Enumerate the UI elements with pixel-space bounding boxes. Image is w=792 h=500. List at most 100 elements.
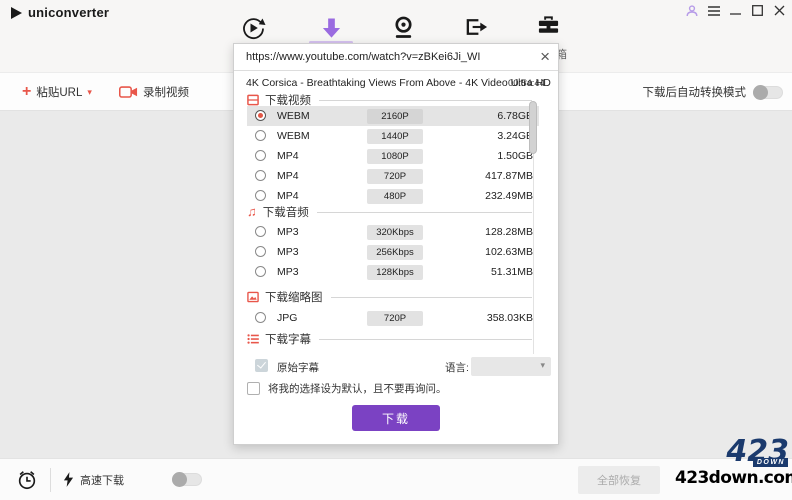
auto-convert-toggle[interactable] [753, 86, 783, 99]
thumbnail-section-label: 下载缩略图 [265, 289, 323, 305]
dropdown-caret-icon: ▾ [540, 360, 545, 371]
radio-selected[interactable] [255, 110, 266, 121]
format-label: MP3 [277, 246, 299, 258]
audio-option-row[interactable]: MP3 128Kbps 51.31MB [247, 262, 539, 282]
size-label: 51.31MB [491, 266, 533, 278]
section-divider-line [319, 339, 532, 340]
recorder-tab-icon[interactable] [392, 15, 415, 40]
high-speed-toggle[interactable] [172, 473, 202, 486]
caret-down-icon: ▾ [87, 87, 92, 98]
size-label: 417.87MB [485, 170, 533, 182]
convert-tab-icon[interactable] [240, 15, 266, 41]
audio-section-label: 下载音频 [263, 204, 309, 220]
language-label: 语言: [445, 360, 469, 375]
quality-badge: 320Kbps [367, 225, 423, 240]
size-label: 6.78GB [497, 110, 533, 122]
radio[interactable] [255, 312, 266, 323]
quality-badge: 720P [367, 311, 423, 326]
radio[interactable] [255, 190, 266, 201]
thumbnail-section-icon [247, 291, 259, 303]
camcorder-icon [119, 85, 138, 99]
set-default-label: 将我的选择设为默认，且不要再询问。 [268, 381, 447, 396]
radio[interactable] [255, 246, 266, 257]
quality-badge: 1440P [367, 129, 423, 144]
music-note-icon: ♫ [247, 206, 257, 218]
thumbnail-section-header: 下载缩略图 [247, 290, 532, 304]
size-label: 232.49MB [485, 190, 533, 202]
toggle-knob [753, 85, 768, 100]
radio[interactable] [255, 150, 266, 161]
radio[interactable] [255, 130, 266, 141]
radio[interactable] [255, 170, 266, 181]
size-label: 358.03KB [487, 312, 533, 324]
audio-option-row[interactable]: MP3 256Kbps 102.63MB [247, 242, 539, 262]
maximize-icon[interactable] [751, 4, 764, 17]
dialog-close-icon[interactable]: × [540, 46, 550, 68]
set-default-checkbox[interactable] [247, 382, 260, 395]
toolbox-tab-icon[interactable] [537, 15, 560, 37]
section-divider-line [319, 100, 532, 101]
size-label: 1.50GB [497, 150, 533, 162]
paste-url-button[interactable]: + 粘贴URL ▾ [22, 73, 92, 111]
close-icon[interactable] [773, 4, 786, 17]
audio-option-row[interactable]: MP3 320Kbps 128.28MB [247, 222, 539, 242]
size-label: 128.28MB [485, 226, 533, 238]
video-option-row[interactable]: MP4 480P 232.49MB [247, 186, 539, 206]
language-value [471, 362, 477, 373]
language-dropdown[interactable]: ▾ [471, 357, 551, 376]
download-options-dialog: https://www.youtube.com/watch?v=zBKei6Ji… [233, 43, 559, 445]
download-button[interactable]: 下载 [352, 405, 440, 431]
account-icon[interactable] [685, 4, 698, 17]
menu-icon[interactable] [707, 4, 720, 17]
paste-url-label: 粘贴URL [36, 84, 82, 100]
quality-badge: 720P [367, 169, 423, 184]
lightning-icon [63, 472, 74, 487]
record-video-button[interactable]: 录制视频 [119, 73, 189, 111]
audio-section-header: ♫ 下载音频 [247, 205, 532, 219]
format-label: JPG [277, 312, 297, 324]
size-label: 3.24GB [497, 130, 533, 142]
video-option-row[interactable]: MP4 1080P 1.50GB [247, 146, 539, 166]
section-divider-line [331, 297, 533, 298]
play-triangle-icon [10, 6, 23, 20]
original-subtitle-label: 原始字幕 [277, 360, 319, 375]
video-duration: 00:54:44 [508, 78, 545, 89]
quality-badge: 256Kbps [367, 245, 423, 260]
video-option-row[interactable]: WEBM 2160P 6.78GB [247, 106, 539, 126]
original-subtitle-checkbox[interactable] [255, 359, 268, 372]
423down-watermark: 423 DOWN 423down.com [675, 438, 789, 488]
editor-tab-icon[interactable] [464, 15, 488, 39]
minimize-icon[interactable] [729, 4, 742, 17]
quality-badge: 1080P [367, 149, 423, 164]
scrollbar-thumb[interactable] [529, 101, 537, 154]
video-option-row[interactable]: MP4 720P 417.87MB [247, 166, 539, 186]
format-label: MP4 [277, 150, 299, 162]
watermark-site: 423down.com [675, 468, 789, 488]
quality-badge: 128Kbps [367, 265, 423, 280]
video-section-header: 下载视频 [247, 93, 532, 107]
download-tab-icon[interactable] [321, 17, 342, 40]
video-url[interactable]: https://www.youtube.com/watch?v=zBKei6Ji… [246, 51, 480, 63]
radio[interactable] [255, 226, 266, 237]
schedule-clock-icon[interactable] [16, 469, 38, 491]
set-default-row[interactable]: 将我的选择设为默认，且不要再询问。 [247, 380, 547, 396]
subtitle-section-label: 下载字幕 [265, 331, 311, 347]
high-speed-label: 高速下载 [80, 472, 124, 488]
format-label: MP4 [277, 170, 299, 182]
radio[interactable] [255, 266, 266, 277]
thumbnail-option-row[interactable]: JPG 720P 358.03KB [247, 308, 539, 328]
format-label: MP4 [277, 190, 299, 202]
video-option-row[interactable]: WEBM 1440P 3.24GB [247, 126, 539, 146]
auto-convert-group: 下载后自动转换模式 [643, 73, 784, 111]
subtitle-list-icon [247, 333, 259, 345]
record-video-label: 录制视频 [143, 84, 189, 100]
quality-badge: 2160P [367, 109, 423, 124]
auto-convert-label: 下载后自动转换模式 [643, 84, 747, 100]
video-section-icon [247, 94, 259, 106]
url-row: https://www.youtube.com/watch?v=zBKei6Ji… [234, 44, 558, 71]
resume-all-button[interactable]: 全部恢复 [578, 466, 660, 494]
section-divider-line [317, 212, 532, 213]
app-logo: uniconverter [10, 5, 109, 20]
size-label: 102.63MB [485, 246, 533, 258]
format-label: MP3 [277, 266, 299, 278]
